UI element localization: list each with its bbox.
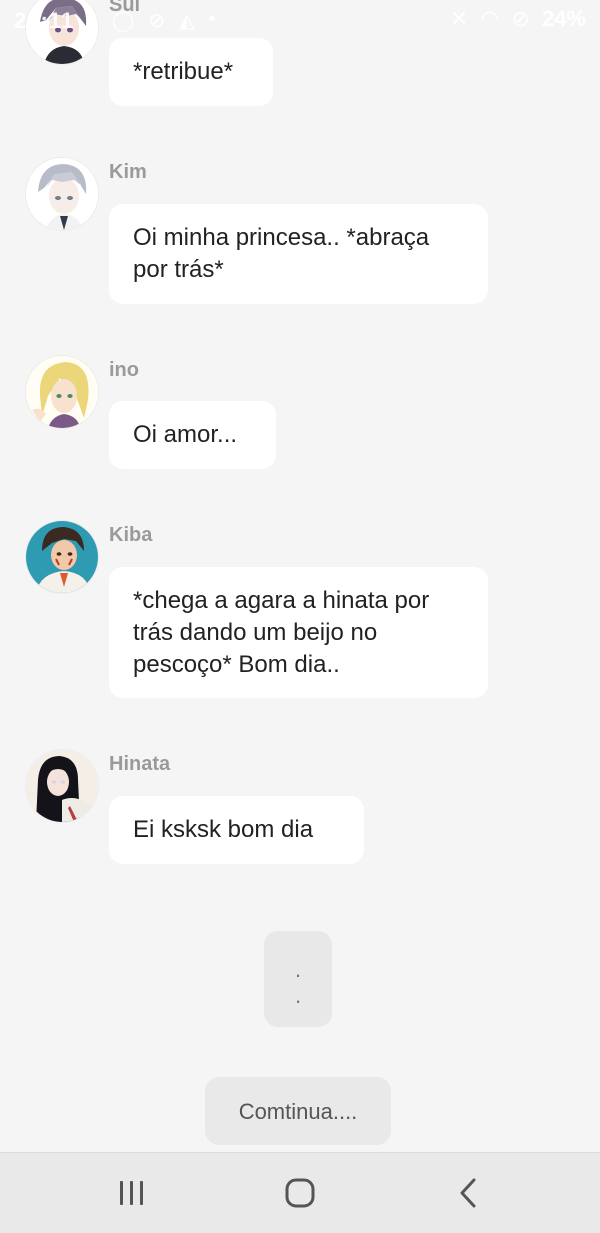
status-bar: 23:11 ◯ ⊘ ◭ • ✕ ◠ ⊘ 24% — [0, 0, 600, 40]
home-button[interactable] — [270, 1173, 330, 1213]
hinata-avatar-image — [26, 750, 98, 822]
continue-button[interactable]: Comtinua.... — [205, 1077, 391, 1145]
dot-icon: • — [208, 8, 216, 30]
notification-icons: ◯ ⊘ ◭ • — [112, 8, 216, 33]
recents-button[interactable] — [102, 1173, 162, 1213]
typing-indicator: . . — [264, 931, 332, 1027]
back-button[interactable] — [438, 1173, 498, 1213]
ino-avatar-image — [26, 356, 98, 428]
battery-level: 24% — [541, 6, 586, 31]
system-icons: ✕ ◠ ⊘ 24% — [450, 6, 586, 32]
dnd-icon: ⊘ — [511, 6, 530, 31]
status-time: 23:11 — [14, 8, 75, 33]
message-bubble[interactable]: *retribue* — [109, 38, 273, 106]
sender-name: Hinata — [109, 753, 171, 775]
sender-name: Kim — [109, 161, 147, 183]
avatar[interactable] — [26, 158, 98, 230]
avatar[interactable] — [26, 356, 98, 428]
navigation-bar — [0, 1152, 600, 1233]
avatar[interactable] — [26, 521, 98, 593]
message-text: Ei ksksk bom dia — [133, 816, 314, 843]
kiba-avatar-image — [26, 521, 98, 593]
back-icon — [460, 1178, 476, 1208]
whatsapp-icon: ◯ — [112, 10, 135, 32]
message-text: *chega a agara a hinata por trás dando u… — [133, 587, 430, 678]
home-icon — [285, 1178, 315, 1208]
message-bubble[interactable]: Oi amor... — [109, 401, 276, 469]
kim-avatar-image — [26, 158, 98, 230]
message-text: Oi amor... — [133, 421, 238, 448]
snapchat-icon: ◭ — [179, 10, 195, 32]
message-bubble[interactable]: *chega a agara a hinata por trás dando u… — [109, 567, 488, 698]
recents-icon — [120, 1181, 143, 1205]
sender-name: Kiba — [109, 524, 153, 546]
message-bubble[interactable]: Ei ksksk bom dia — [109, 796, 364, 864]
message-text: Oi minha princesa.. *abraça por trás* — [133, 224, 430, 283]
avatar[interactable] — [26, 750, 98, 822]
bluetooth-off-icon: ⊘ — [148, 10, 166, 32]
message-bubble[interactable]: Oi minha princesa.. *abraça por trás* — [109, 204, 488, 304]
wifi-icon: ◠ — [480, 6, 500, 31]
sender-name: ino — [109, 359, 139, 381]
message-text: *retribue* — [133, 58, 234, 85]
typing-dots: . . — [294, 957, 302, 1008]
mute-icon: ✕ — [449, 6, 469, 31]
